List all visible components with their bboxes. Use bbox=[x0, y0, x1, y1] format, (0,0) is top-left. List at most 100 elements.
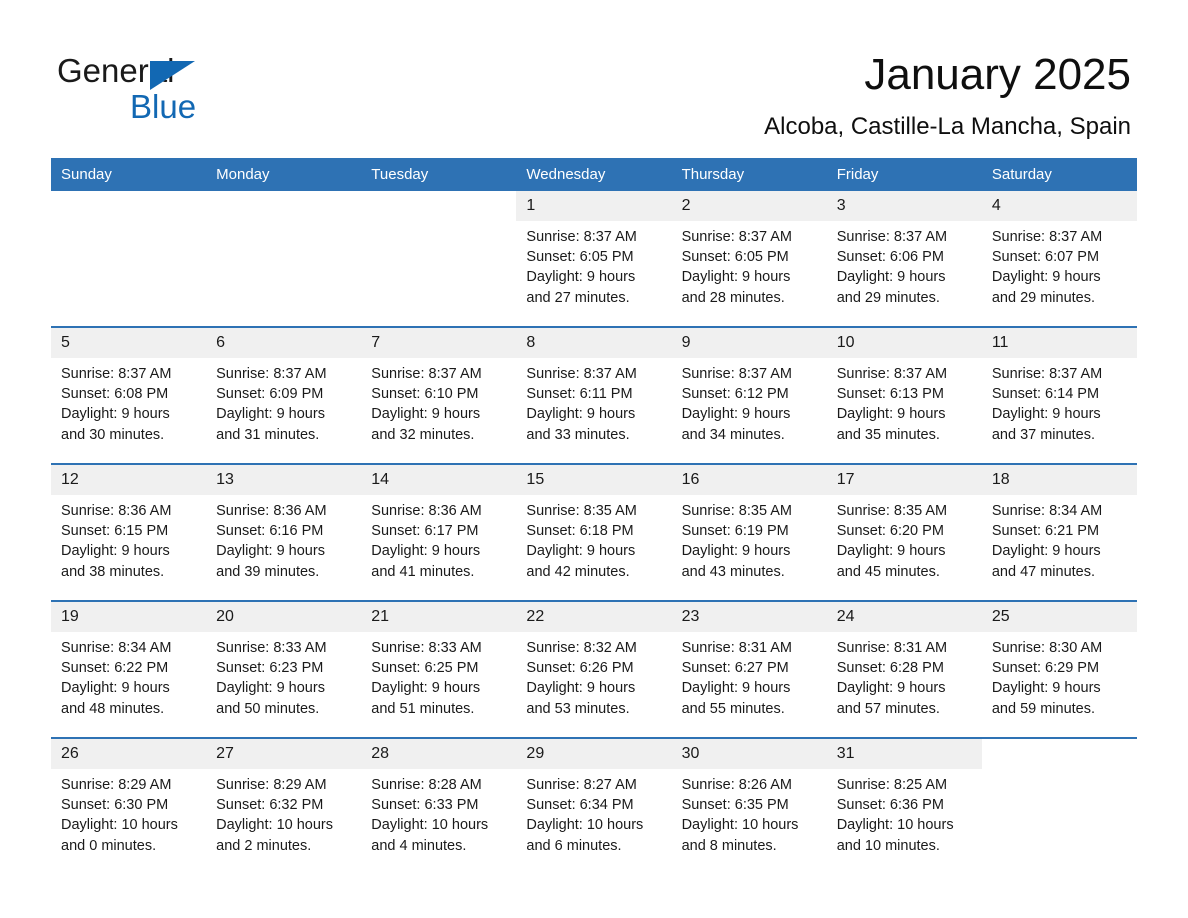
calendar-header-row: Sunday Monday Tuesday Wednesday Thursday… bbox=[51, 158, 1137, 191]
day-cell[interactable]: 6 Sunrise: 8:37 AM Sunset: 6:09 PM Dayli… bbox=[206, 326, 362, 464]
day-cell[interactable]: 11 Sunrise: 8:37 AM Sunset: 6:14 PM Dayl… bbox=[981, 326, 1137, 464]
daylight-text-line2: and 34 minutes. bbox=[681, 426, 785, 443]
page-title: January 2025 bbox=[864, 50, 1131, 99]
daylight-text-line1: Daylight: 9 hours bbox=[216, 543, 325, 560]
sunrise-text: Sunrise: 8:36 AM bbox=[371, 503, 482, 519]
page-subtitle: Alcoba, Castille-La Mancha, Spain bbox=[764, 113, 1131, 140]
day-details: Sunrise: 8:36 AM Sunset: 6:17 PM Dayligh… bbox=[361, 495, 516, 582]
day-number: 26 bbox=[51, 739, 207, 769]
day-cell[interactable]: 12 Sunrise: 8:36 AM Sunset: 6:15 PM Dayl… bbox=[51, 463, 207, 601]
day-cell[interactable]: 17 Sunrise: 8:35 AM Sunset: 6:20 PM Dayl… bbox=[826, 463, 982, 601]
weekday-header-monday: Monday bbox=[206, 158, 362, 191]
sunrise-text: Sunrise: 8:37 AM bbox=[991, 229, 1103, 245]
day-number: 9 bbox=[671, 328, 827, 358]
daylight-text-line2: and 4 minutes. bbox=[371, 837, 467, 854]
day-number: 31 bbox=[826, 739, 982, 769]
sunset-text: Sunset: 6:16 PM bbox=[216, 523, 324, 540]
calendar-page: General Blue January 2025 Alcoba, Castil… bbox=[0, 0, 1188, 918]
day-cell[interactable]: 13 Sunrise: 8:36 AM Sunset: 6:16 PM Dayl… bbox=[206, 463, 362, 601]
day-cell[interactable]: 28 Sunrise: 8:28 AM Sunset: 6:33 PM Dayl… bbox=[361, 737, 517, 874]
day-details: Sunrise: 8:35 AM Sunset: 6:19 PM Dayligh… bbox=[672, 495, 827, 582]
sunset-text: Sunset: 6:09 PM bbox=[216, 386, 324, 403]
calendar-table: Sunday Monday Tuesday Wednesday Thursday… bbox=[51, 158, 1137, 874]
sunrise-text: Sunrise: 8:37 AM bbox=[371, 366, 482, 382]
daylight-text-line1: Daylight: 9 hours bbox=[526, 543, 636, 560]
day-cell[interactable]: 2 Sunrise: 8:37 AM Sunset: 6:05 PM Dayli… bbox=[671, 191, 827, 327]
day-cell[interactable]: 7 Sunrise: 8:37 AM Sunset: 6:10 PM Dayli… bbox=[361, 326, 517, 464]
sunrise-text: Sunrise: 8:33 AM bbox=[216, 640, 327, 656]
day-number: 22 bbox=[516, 602, 672, 632]
daylight-text-line1: Daylight: 9 hours bbox=[61, 543, 170, 560]
day-details: Sunrise: 8:30 AM Sunset: 6:29 PM Dayligh… bbox=[982, 632, 1137, 719]
day-cell[interactable]: 21 Sunrise: 8:33 AM Sunset: 6:25 PM Dayl… bbox=[361, 600, 517, 738]
daylight-text-line1: Daylight: 9 hours bbox=[61, 406, 170, 423]
sunset-text: Sunset: 6:06 PM bbox=[836, 249, 944, 266]
daylight-text-line2: and 0 minutes. bbox=[61, 837, 157, 854]
daylight-text-line1: Daylight: 9 hours bbox=[371, 680, 481, 697]
sunset-text: Sunset: 6:27 PM bbox=[681, 660, 789, 677]
day-details: Sunrise: 8:34 AM Sunset: 6:21 PM Dayligh… bbox=[982, 495, 1137, 582]
sunset-text: Sunset: 6:23 PM bbox=[216, 660, 324, 677]
day-details: Sunrise: 8:26 AM Sunset: 6:35 PM Dayligh… bbox=[672, 769, 827, 856]
brand-name-blue: Blue bbox=[130, 88, 197, 125]
day-cell[interactable]: 18 Sunrise: 8:34 AM Sunset: 6:21 PM Dayl… bbox=[981, 463, 1137, 601]
day-number: 3 bbox=[826, 191, 982, 221]
day-cell[interactable]: 25 Sunrise: 8:30 AM Sunset: 6:29 PM Dayl… bbox=[981, 600, 1137, 738]
day-number: 4 bbox=[981, 191, 1137, 221]
daylight-text-line2: and 42 minutes. bbox=[526, 563, 630, 580]
sunset-text: Sunset: 6:15 PM bbox=[61, 523, 169, 540]
sunset-text: Sunset: 6:34 PM bbox=[526, 797, 634, 814]
day-cell[interactable]: 24 Sunrise: 8:31 AM Sunset: 6:28 PM Dayl… bbox=[826, 600, 982, 738]
day-cell[interactable]: 31 Sunrise: 8:25 AM Sunset: 6:36 PM Dayl… bbox=[826, 737, 982, 874]
sunrise-text: Sunrise: 8:37 AM bbox=[681, 366, 792, 382]
day-details: Sunrise: 8:33 AM Sunset: 6:23 PM Dayligh… bbox=[206, 632, 361, 719]
daylight-text-line2: and 59 minutes. bbox=[991, 700, 1096, 717]
day-cell[interactable]: 16 Sunrise: 8:35 AM Sunset: 6:19 PM Dayl… bbox=[671, 463, 827, 601]
sunset-text: Sunset: 6:12 PM bbox=[681, 386, 789, 403]
sunrise-text: Sunrise: 8:27 AM bbox=[526, 777, 637, 793]
daylight-text-line1: Daylight: 9 hours bbox=[681, 269, 791, 286]
day-cell[interactable]: 15 Sunrise: 8:35 AM Sunset: 6:18 PM Dayl… bbox=[516, 463, 672, 601]
day-cell[interactable]: 20 Sunrise: 8:33 AM Sunset: 6:23 PM Dayl… bbox=[206, 600, 362, 738]
day-cell[interactable]: 26 Sunrise: 8:29 AM Sunset: 6:30 PM Dayl… bbox=[51, 737, 207, 874]
sunrise-text: Sunrise: 8:35 AM bbox=[681, 503, 792, 519]
daylight-text-line1: Daylight: 9 hours bbox=[681, 680, 791, 697]
day-cell[interactable]: 3 Sunrise: 8:37 AM Sunset: 6:06 PM Dayli… bbox=[826, 191, 982, 327]
day-cell[interactable]: 14 Sunrise: 8:36 AM Sunset: 6:17 PM Dayl… bbox=[361, 463, 517, 601]
daylight-text-line2: and 37 minutes. bbox=[991, 426, 1096, 443]
day-cell[interactable]: 4 Sunrise: 8:37 AM Sunset: 6:07 PM Dayli… bbox=[981, 191, 1137, 327]
day-number: 7 bbox=[361, 328, 517, 358]
sunrise-text: Sunrise: 8:31 AM bbox=[836, 640, 948, 656]
day-details: Sunrise: 8:29 AM Sunset: 6:32 PM Dayligh… bbox=[206, 769, 361, 856]
day-cell[interactable]: 27 Sunrise: 8:29 AM Sunset: 6:32 PM Dayl… bbox=[206, 737, 362, 874]
day-cell[interactable]: 8 Sunrise: 8:37 AM Sunset: 6:11 PM Dayli… bbox=[516, 326, 672, 464]
sunset-text: Sunset: 6:33 PM bbox=[371, 797, 479, 814]
day-cell[interactable]: 19 Sunrise: 8:34 AM Sunset: 6:22 PM Dayl… bbox=[51, 600, 207, 738]
day-cell[interactable]: 29 Sunrise: 8:27 AM Sunset: 6:34 PM Dayl… bbox=[516, 737, 672, 874]
day-details: Sunrise: 8:37 AM Sunset: 6:11 PM Dayligh… bbox=[516, 358, 671, 445]
sunrise-text: Sunrise: 8:31 AM bbox=[681, 640, 792, 656]
day-cell[interactable]: 22 Sunrise: 8:32 AM Sunset: 6:26 PM Dayl… bbox=[516, 600, 672, 738]
sunrise-text: Sunrise: 8:33 AM bbox=[371, 640, 482, 656]
day-number: 10 bbox=[826, 328, 982, 358]
sunrise-text: Sunrise: 8:29 AM bbox=[216, 777, 327, 793]
day-cell[interactable]: 23 Sunrise: 8:31 AM Sunset: 6:27 PM Dayl… bbox=[671, 600, 827, 738]
daylight-text-line2: and 55 minutes. bbox=[681, 700, 785, 717]
sunset-text: Sunset: 6:30 PM bbox=[61, 797, 169, 814]
daylight-text-line1: Daylight: 9 hours bbox=[371, 406, 481, 423]
day-cell[interactable]: 30 Sunrise: 8:26 AM Sunset: 6:35 PM Dayl… bbox=[671, 737, 827, 874]
sunrise-text: Sunrise: 8:25 AM bbox=[836, 777, 948, 793]
daylight-text-line1: Daylight: 9 hours bbox=[991, 269, 1101, 286]
day-number: 14 bbox=[361, 465, 517, 495]
day-cell[interactable]: 10 Sunrise: 8:37 AM Sunset: 6:13 PM Dayl… bbox=[826, 326, 982, 464]
sunrise-text: Sunrise: 8:35 AM bbox=[526, 503, 637, 519]
day-cell[interactable]: 1 Sunrise: 8:37 AM Sunset: 6:05 PM Dayli… bbox=[516, 191, 672, 327]
day-details: Sunrise: 8:36 AM Sunset: 6:16 PM Dayligh… bbox=[206, 495, 361, 582]
day-number: 12 bbox=[51, 465, 207, 495]
brand-logo: General Blue bbox=[57, 52, 417, 142]
day-cell[interactable]: 5 Sunrise: 8:37 AM Sunset: 6:08 PM Dayli… bbox=[51, 326, 207, 464]
day-details: Sunrise: 8:33 AM Sunset: 6:25 PM Dayligh… bbox=[361, 632, 516, 719]
weekday-header-tuesday: Tuesday bbox=[361, 158, 517, 191]
day-number: 27 bbox=[206, 739, 362, 769]
day-cell[interactable]: 9 Sunrise: 8:37 AM Sunset: 6:12 PM Dayli… bbox=[671, 326, 827, 464]
